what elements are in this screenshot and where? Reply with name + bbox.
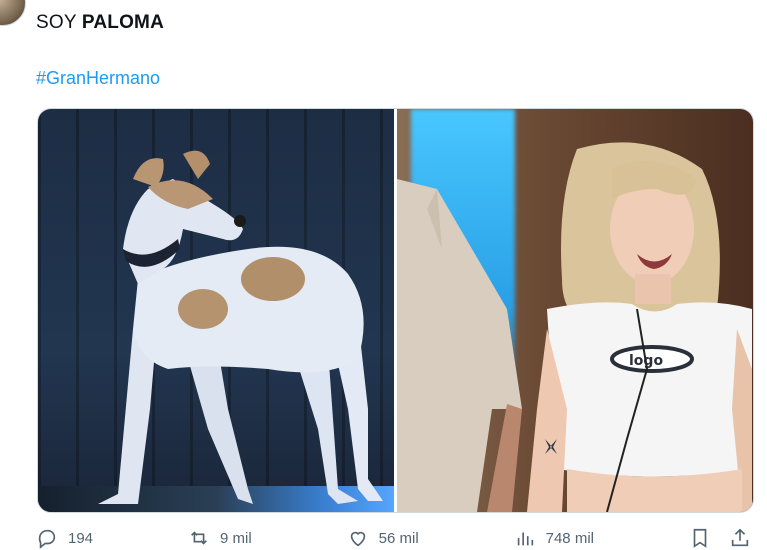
like-button[interactable]: 56 mil	[347, 527, 419, 549]
media-grid: logo	[37, 108, 754, 513]
avatar[interactable]	[0, 0, 26, 26]
reply-icon	[38, 529, 56, 549]
retweet-icon	[191, 531, 207, 545]
action-bar: 194 9 mil 56 mil 748 mil	[36, 526, 751, 550]
like-count: 56 mil	[378, 529, 419, 547]
heart-icon	[350, 531, 365, 547]
bookmark-icon[interactable]	[689, 527, 711, 549]
retweet-count: 9 mil	[220, 529, 252, 547]
tweet-text-prefix: SOY	[36, 12, 77, 33]
share-icon[interactable]	[729, 527, 751, 549]
reply-button[interactable]: 194	[36, 527, 93, 549]
retweet-button[interactable]: 9 mil	[188, 527, 252, 549]
views-count: 748 mil	[545, 529, 594, 547]
crying-person-photo-icon: logo	[397, 142, 752, 512]
share-actions	[689, 527, 751, 549]
person-photo[interactable]: logo	[397, 109, 753, 512]
hashtag-link[interactable]: #GranHermano	[36, 68, 160, 89]
views-button[interactable]: 748 mil	[514, 527, 594, 549]
bar-chart-icon	[517, 532, 533, 546]
reply-count: 194	[68, 529, 94, 547]
tweet-text-bold: PALOMA	[81, 12, 164, 33]
dog-photo[interactable]	[38, 109, 394, 512]
dog-photo-icon	[98, 150, 383, 504]
tweet-text: SOY PALOMA	[36, 12, 164, 34]
